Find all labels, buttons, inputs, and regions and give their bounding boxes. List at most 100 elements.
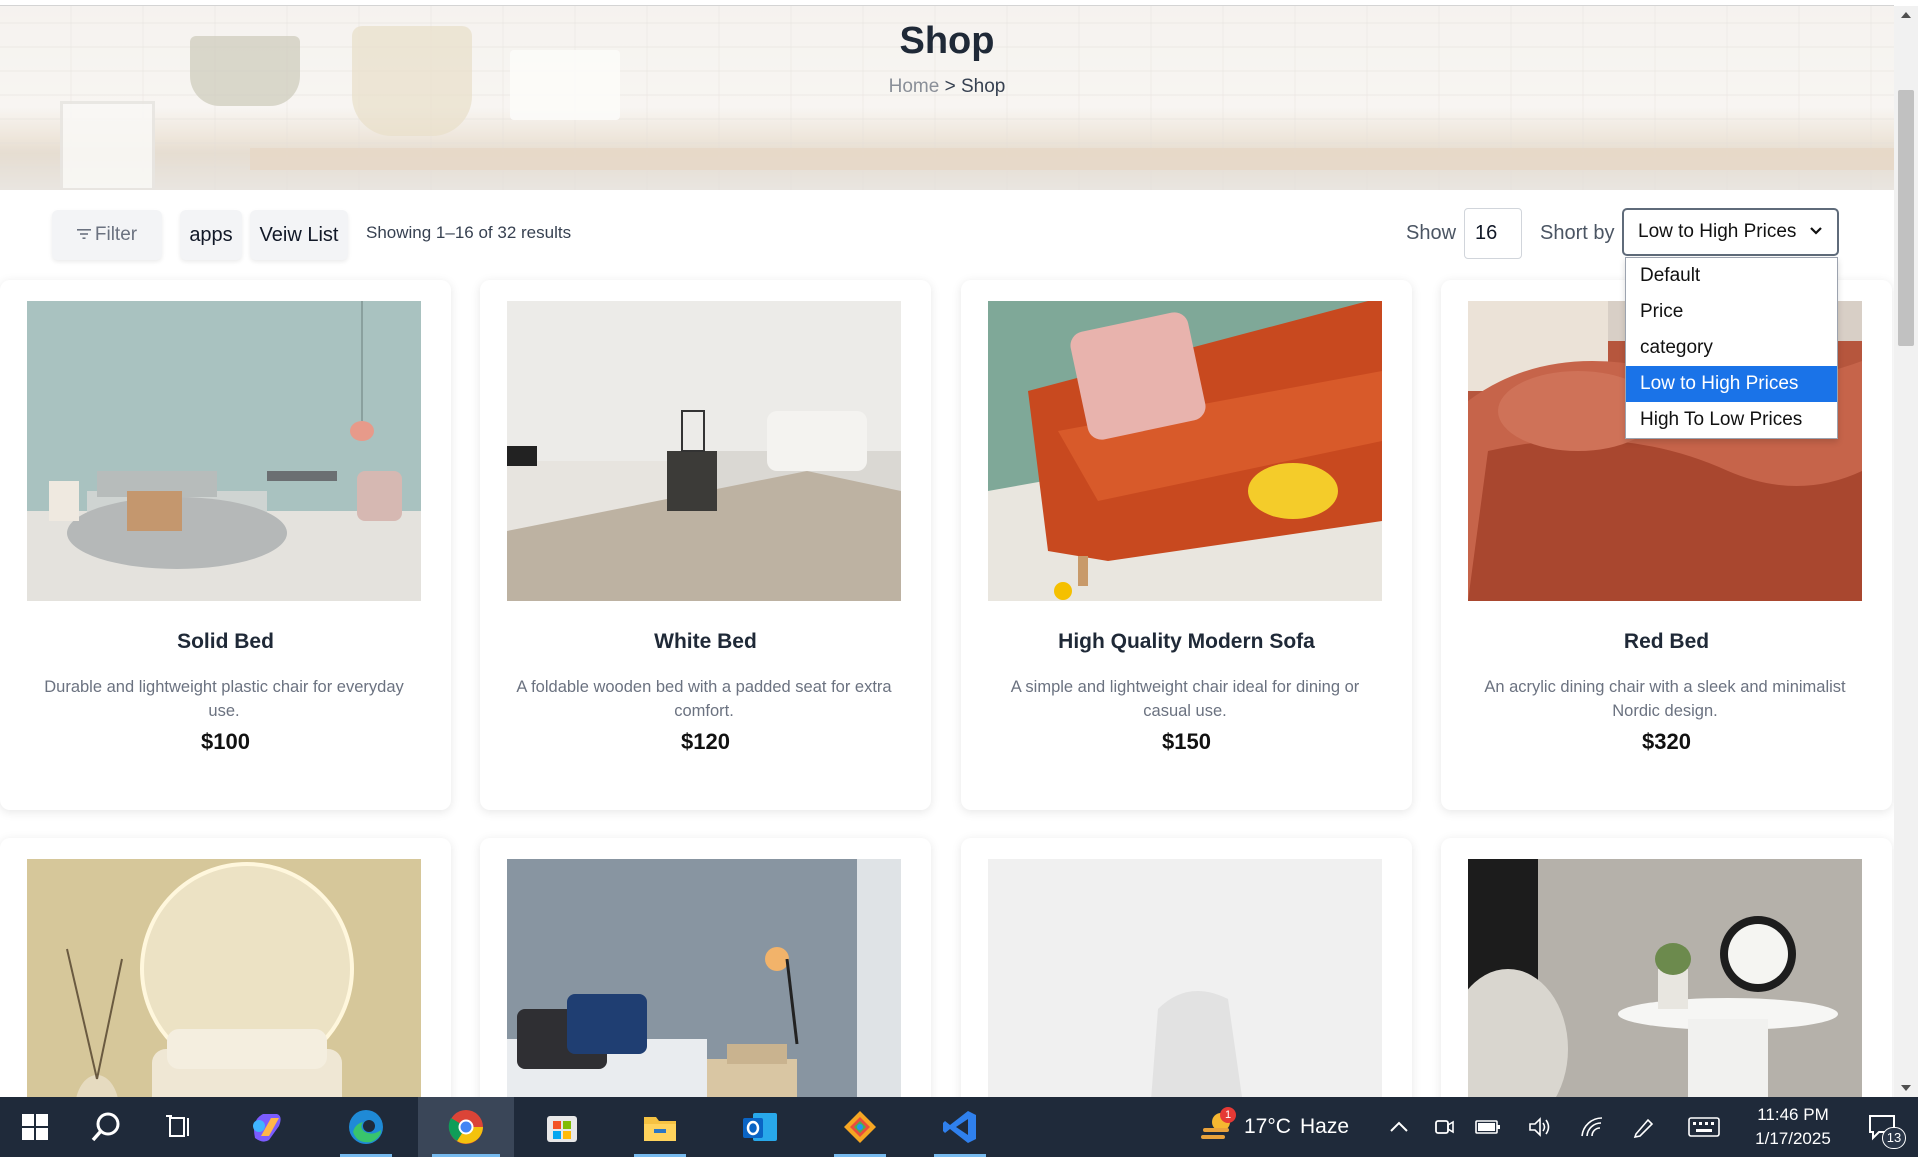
taskbar-outlook[interactable] [720,1097,800,1157]
search-button[interactable] [68,1097,144,1157]
product-name[interactable]: White Bed [480,630,931,654]
product-card[interactable]: High Quality Modern Sofa A simple and li… [961,280,1412,810]
keyboard-icon [1688,1117,1720,1137]
sort-dropdown-list: Default Price category Low to High Prices Hi… [1625,257,1838,439]
product-image-white-chair[interactable] [988,859,1382,1097]
product-image-navy-bedroom[interactable] [507,859,901,1097]
breadcrumb-home-link[interactable]: Home [889,76,940,97]
git-tool-icon [844,1111,876,1143]
sort-option[interactable]: category [1626,330,1837,366]
clock-time: 11:46 PM [1757,1105,1829,1124]
clock-date: 1/17/2025 [1755,1129,1831,1148]
copilot-icon [253,1114,281,1142]
browser-viewport: Shop Home > Shop Filter apps Veiw List S… [0,0,1918,1097]
product-card[interactable] [961,838,1412,1097]
scrollbar-thumb[interactable] [1898,90,1914,346]
tray-battery[interactable] [1468,1097,1508,1157]
page-title: Shop [899,20,995,62]
sort-option[interactable]: Low to High Prices [1626,366,1837,402]
taskbar-clock[interactable]: 11:46 PM 1/17/2025 [1738,1103,1848,1151]
sort-option[interactable]: Price [1626,294,1837,330]
search-icon [91,1112,120,1142]
product-name[interactable]: High Quality Modern Sofa [961,630,1412,654]
chrome-icon [448,1110,483,1144]
product-description: A foldable wooden bed with a padded seat… [516,678,892,720]
page-scrollbar[interactable] [1894,6,1918,1097]
product-card[interactable]: White Bed A foldable wooden bed with a p… [480,280,931,810]
sort-label: Short by [1540,222,1615,244]
weather-widget[interactable]: 1 [1190,1097,1246,1157]
edge-icon [349,1110,383,1144]
product-price: $150 [1162,729,1211,754]
tray-network[interactable] [1572,1097,1612,1157]
product-name[interactable]: Red Bed [1441,630,1892,654]
product-description: Durable and lightweight plastic chair fo… [44,678,404,720]
hero-banner: Shop Home > Shop [0,6,1894,190]
notification-count-badge: 13 [1882,1127,1906,1149]
page-top-border [0,0,1894,6]
taskbar-vscode[interactable] [920,1097,1000,1157]
taskbar-edge[interactable] [326,1097,406,1157]
filter-button-label: Filter [94,224,138,245]
battery-icon [1475,1120,1500,1134]
tray-volume[interactable] [1520,1097,1560,1157]
apps-view-button[interactable]: apps [180,210,242,260]
start-button[interactable] [0,1097,70,1157]
breadcrumb-separator: > [944,76,956,97]
filter-icon [76,227,91,243]
tray-pen[interactable] [1624,1097,1664,1157]
filter-button[interactable]: Filter [52,210,162,260]
list-view-button[interactable]: Veiw List [250,210,348,260]
chevron-down-icon [1810,227,1822,235]
product-card[interactable] [0,838,451,1097]
pen-icon [1633,1118,1654,1138]
product-card[interactable]: Solid Bed Durable and lightweight plasti… [0,280,451,810]
task-view-icon [166,1115,189,1137]
weather-temperature[interactable]: 17°C [1244,1115,1291,1139]
shop-toolbar: Filter apps Veiw List Showing 1–16 of 32… [0,190,1894,280]
show-hidden-icons-button[interactable] [1378,1097,1420,1157]
task-view-button[interactable] [142,1097,218,1157]
show-label: Show [1406,222,1457,244]
microsoft-store-icon [547,1116,577,1142]
taskbar-chrome[interactable] [418,1097,514,1157]
product-price: $320 [1642,729,1691,754]
camera-icon [1435,1120,1454,1134]
windows-logo-icon [22,1114,48,1140]
sort-option[interactable]: Default [1626,258,1837,294]
taskbar-git-tool[interactable] [820,1097,900,1157]
product-description: An acrylic dining chair with a sleek and… [1484,678,1846,720]
product-image-modern-sofa[interactable] [988,301,1382,601]
show-count-input[interactable]: 16 [1464,208,1522,259]
breadcrumb: Home > Shop [0,76,1894,98]
product-card[interactable] [1441,838,1892,1097]
scroll-up-arrow-icon[interactable] [1901,12,1911,18]
product-image-clock-table[interactable] [1468,859,1862,1097]
sort-select[interactable]: Low to High Prices [1622,208,1839,256]
weather-description[interactable]: Haze [1300,1115,1349,1139]
wifi-icon [1581,1117,1603,1137]
weather-badge: 1 [1220,1107,1236,1123]
taskbar-copilot[interactable] [226,1097,306,1157]
notification-center-button[interactable]: 13 [1852,1097,1912,1157]
product-image-cream-sofa[interactable] [27,859,421,1097]
tray-touch-keyboard[interactable] [1680,1097,1728,1157]
product-image-solid-bed[interactable] [27,301,421,601]
taskbar-file-explorer[interactable] [620,1097,700,1157]
taskbar-store[interactable] [522,1097,602,1157]
sort-option[interactable]: High To Low Prices [1626,402,1837,438]
chevron-up-icon [1390,1121,1408,1132]
tray-meet-now[interactable] [1424,1097,1464,1157]
product-price: $120 [681,729,730,754]
product-image-white-bed[interactable] [507,301,901,601]
product-description: A simple and lightweight chair ideal for… [1010,678,1360,720]
product-price: $100 [201,729,250,754]
folder-icon [644,1117,676,1141]
sort-selected-value: Low to High Prices [1638,221,1797,242]
breadcrumb-current: Shop [960,76,1006,97]
product-card[interactable] [480,838,931,1097]
volume-icon [1529,1117,1550,1137]
product-name[interactable]: Solid Bed [0,630,451,654]
scroll-down-arrow-icon[interactable] [1901,1085,1911,1091]
windows-taskbar: 1 17°C Haze 11:46 PM 1/17/2025 13 [0,1097,1918,1157]
